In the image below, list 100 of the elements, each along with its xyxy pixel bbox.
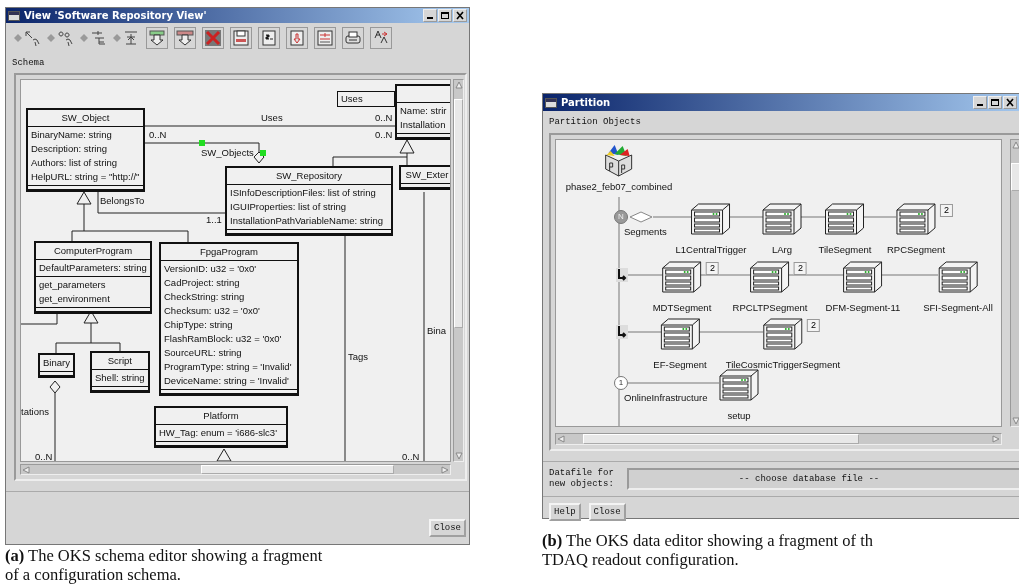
inheritance-triangle-icon — [76, 191, 92, 205]
toolbar-button[interactable] — [230, 27, 252, 49]
selection-handle-icon[interactable] — [199, 140, 205, 146]
toolbar-button[interactable] — [174, 27, 196, 49]
class-box[interactable]: Binary — [38, 353, 75, 378]
server-rack-icon[interactable] — [896, 203, 936, 235]
attribute-text: SourceURL: string — [163, 346, 243, 360]
window-title: Partition — [561, 97, 612, 108]
diamond-icon — [14, 34, 22, 42]
section-label: Schema — [11, 57, 46, 70]
datafile-field[interactable]: -- choose database file -- — [627, 468, 1019, 490]
close-button[interactable] — [1003, 96, 1017, 109]
horizontal-scrollbar[interactable] — [555, 433, 1002, 445]
left-arrow-icon[interactable] — [557, 435, 565, 443]
close-button[interactable]: Close — [429, 519, 466, 537]
object-label: EF-Segment — [653, 359, 707, 371]
object-label: DFM-Segment-11 — [825, 302, 901, 314]
toolbar-button[interactable] — [202, 27, 224, 49]
maximize-button[interactable] — [988, 96, 1002, 109]
help-button[interactable]: Help — [549, 503, 581, 521]
toolbar-button[interactable] — [370, 27, 392, 49]
toolbar-button[interactable] — [258, 27, 280, 49]
attribute-text: FlashRamBlock: u32 = '0x0' — [163, 332, 283, 346]
class-box[interactable]: Name: strir Installation — [395, 84, 450, 140]
attribute-text: InstallationPathVariableName: string — [229, 214, 384, 228]
role-label: Uses — [261, 111, 283, 125]
object-label: L1CentralTrigger — [675, 244, 747, 256]
horizontal-scrollbar[interactable] — [20, 464, 451, 475]
minimize-button[interactable] — [423, 9, 437, 22]
object-label: RPCSegment — [886, 244, 946, 256]
connector-line — [54, 392, 56, 461]
role-label: SW_Objects — [201, 146, 254, 160]
vertical-scrollbar[interactable] — [1010, 139, 1019, 427]
attribute-text: DefaultParameters: string — [38, 261, 148, 275]
server-rack-icon[interactable] — [660, 318, 700, 350]
count-badge: 2 — [794, 262, 807, 275]
close-button[interactable]: Close — [588, 503, 626, 521]
server-rack-icon[interactable] — [825, 203, 865, 235]
method-text: get_environment — [38, 292, 111, 306]
server-rack-icon[interactable] — [719, 369, 759, 401]
server-rack-icon[interactable] — [843, 261, 883, 293]
toolbar-button[interactable] — [342, 27, 364, 49]
class-box[interactable]: Script Shell: string — [90, 351, 150, 393]
document-icon — [260, 29, 278, 47]
vertical-scrollbar[interactable] — [453, 79, 464, 462]
class-name: FpgaProgram — [161, 244, 297, 261]
scroll-thumb[interactable] — [454, 99, 463, 328]
method-text: get_parameters — [38, 278, 107, 292]
scroll-thumb[interactable] — [582, 434, 859, 444]
down-arrow-icon[interactable] — [1012, 417, 1019, 425]
minimize-button[interactable] — [973, 96, 987, 109]
toolbar-button[interactable] — [314, 27, 336, 49]
server-rack-icon[interactable] — [691, 203, 731, 235]
object-label: SFI-Segment-All — [923, 302, 993, 314]
scroll-thumb[interactable] — [201, 465, 395, 474]
class-box[interactable]: SW_Object BinaryName: string Description: string Authors: list of string HelpURL: string = "http://" — [26, 108, 145, 192]
object-label: MDTSegment — [652, 302, 712, 314]
attribute-text: HelpURL: string = "http://" — [30, 170, 141, 184]
align-icon[interactable] — [123, 29, 140, 47]
left-arrow-icon[interactable] — [22, 466, 30, 474]
down-arrow-icon[interactable] — [455, 452, 463, 460]
scroll-thumb[interactable] — [1011, 162, 1019, 192]
attribute-text: Shell: string — [94, 371, 146, 385]
multiplicity-marker: N — [614, 210, 628, 224]
class-box[interactable]: SW_Exter — [399, 165, 450, 190]
multiplicity-label: 0..N — [35, 450, 53, 461]
right-arrow-icon[interactable] — [992, 435, 1000, 443]
attribute-text: Checksum: u32 = '0x0' — [163, 304, 261, 318]
count-badge: 2 — [706, 262, 719, 275]
role-label: Bina — [427, 324, 446, 338]
attribute-text: Name: strir — [399, 104, 448, 118]
server-rack-icon[interactable] — [763, 318, 803, 350]
server-rack-icon[interactable] — [750, 261, 790, 293]
toolbar-button[interactable] — [286, 27, 308, 49]
role-label: Uses — [337, 91, 395, 107]
class-box[interactable] — [159, 242, 299, 396]
attribute-text: ProgramType: string = 'Invalid' — [163, 360, 293, 374]
class-box[interactable]: SW_Repository ISInfoDescriptionFiles: list of string IGUIProperties: list of string InstallationPathVariableName: string — [225, 166, 393, 236]
server-rack-icon[interactable] — [762, 203, 802, 235]
datafile-label: Datafile for new objects: — [549, 468, 615, 490]
server-rack-icon[interactable] — [662, 261, 702, 293]
up-arrow-icon[interactable] — [1012, 141, 1019, 149]
close-button[interactable] — [453, 9, 467, 22]
delete-icon — [204, 29, 222, 47]
class-box[interactable]: ComputerProgram DefaultParameters: string get_parameters get_environment — [34, 241, 152, 314]
attribute-text: VersionID: u32 = '0x0' — [163, 262, 258, 276]
package-icon[interactable] — [603, 143, 635, 177]
class-box[interactable]: Platform HW_Tag: enum = 'i686-slc3' — [154, 406, 288, 448]
object-label: LArg — [771, 244, 793, 256]
class-name: Script — [92, 353, 148, 370]
multiplicity-label: 0..N — [375, 111, 393, 125]
multiplicity-marker: 1 — [614, 376, 628, 390]
tree-icon[interactable] — [90, 29, 107, 47]
maximize-button[interactable] — [438, 9, 452, 22]
toolbar-button[interactable] — [146, 27, 168, 49]
selection-handle-icon[interactable] — [260, 150, 266, 156]
right-arrow-icon[interactable] — [441, 466, 449, 474]
inheritance-triangle-icon — [399, 139, 415, 154]
attribute-text: ChipType: string — [163, 318, 234, 332]
up-arrow-icon[interactable] — [455, 81, 463, 89]
